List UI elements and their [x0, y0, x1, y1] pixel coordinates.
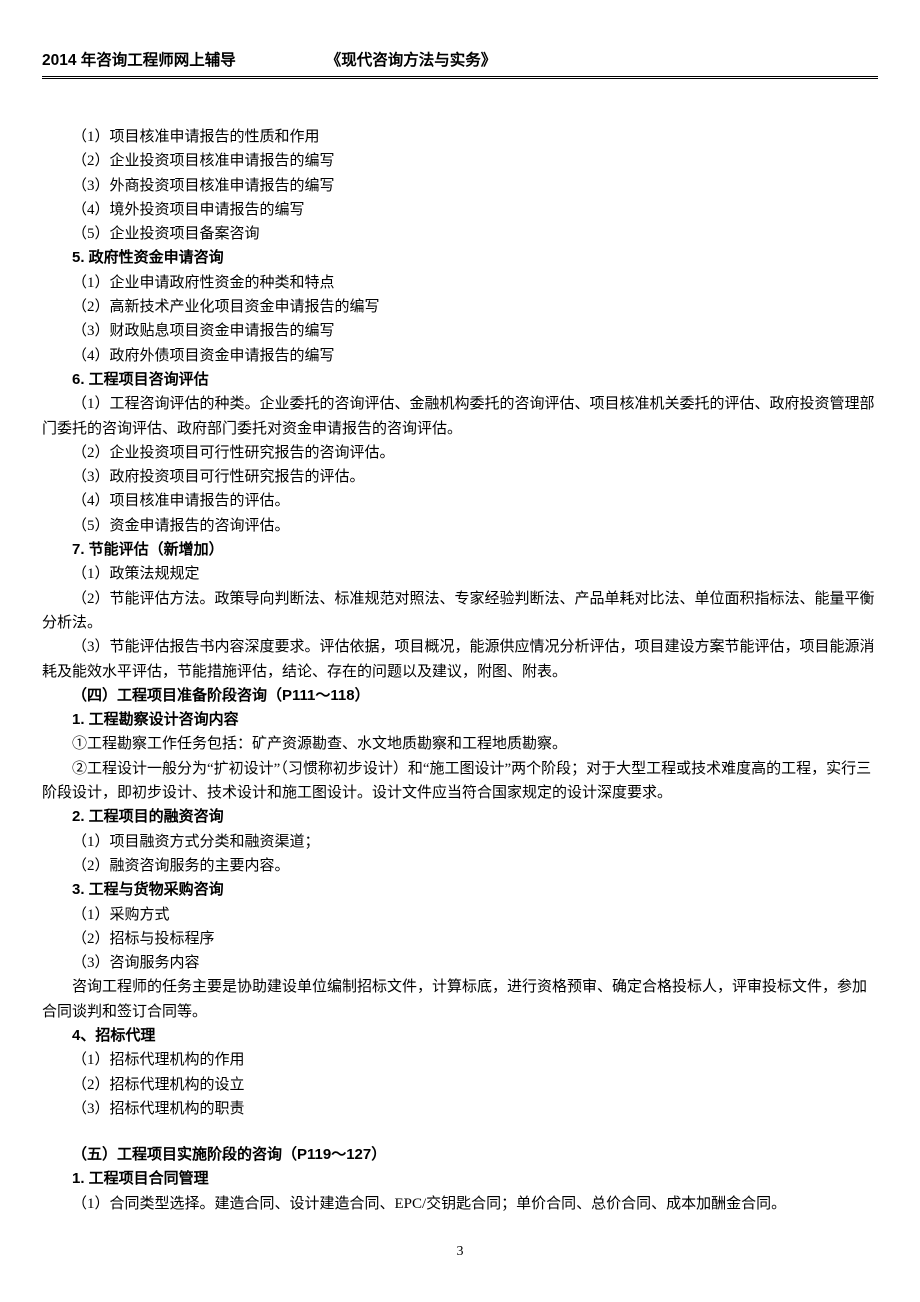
- header-right: 《现代咨询方法与实务》: [326, 48, 497, 70]
- body-line: （5）企业投资项目备案咨询: [42, 222, 878, 246]
- heading-line: 1. 工程勘察设计咨询内容: [42, 708, 878, 732]
- blank-line: [42, 1121, 878, 1143]
- heading-line: 6. 工程项目咨询评估: [42, 368, 878, 392]
- body-line: （2）节能评估方法。政策导向判断法、标准规范对照法、专家经验判断法、产品单耗对比…: [42, 587, 878, 636]
- body-line: （3）节能评估报告书内容深度要求。评估依据，项目概况，能源供应情况分析评估，项目…: [42, 635, 878, 684]
- body-content: （1）项目核准申请报告的性质和作用（2）企业投资项目核准申请报告的编写（3）外商…: [42, 125, 878, 1216]
- body-line: （3）政府投资项目可行性研究报告的评估。: [42, 465, 878, 489]
- body-line: （4）境外投资项目申请报告的编写: [42, 198, 878, 222]
- body-line: （2）企业投资项目核准申请报告的编写: [42, 149, 878, 173]
- body-line: （2）企业投资项目可行性研究报告的咨询评估。: [42, 441, 878, 465]
- body-line: （4）项目核准申请报告的评估。: [42, 489, 878, 513]
- heading-line: （五）工程项目实施阶段的咨询（P119～127）: [42, 1143, 878, 1167]
- body-line: （3）外商投资项目核准申请报告的编写: [42, 174, 878, 198]
- heading-line: 3. 工程与货物采购咨询: [42, 878, 878, 902]
- header-left: 2014 年咨询工程师网上辅导: [42, 48, 236, 70]
- body-line: ①工程勘察工作任务包括：矿产资源勘查、水文地质勘察和工程地质勘察。: [42, 732, 878, 756]
- document-page: 2014 年咨询工程师网上辅导 《现代咨询方法与实务》 （1）项目核准申请报告的…: [0, 0, 920, 1290]
- heading-line: 2. 工程项目的融资咨询: [42, 805, 878, 829]
- page-header: 2014 年咨询工程师网上辅导 《现代咨询方法与实务》: [42, 48, 878, 76]
- header-rule: [42, 76, 878, 79]
- body-line: （2）融资咨询服务的主要内容。: [42, 854, 878, 878]
- body-line: （3）咨询服务内容: [42, 951, 878, 975]
- body-line: （1）项目核准申请报告的性质和作用: [42, 125, 878, 149]
- body-line: （1）工程咨询评估的种类。企业委托的咨询评估、金融机构委托的咨询评估、项目核准机…: [42, 392, 878, 441]
- body-line: （1）企业申请政府性资金的种类和特点: [42, 271, 878, 295]
- body-line: （1）政策法规规定: [42, 562, 878, 586]
- body-line: （5）资金申请报告的咨询评估。: [42, 514, 878, 538]
- body-line: 咨询工程师的任务主要是协助建设单位编制招标文件，计算标底，进行资格预审、确定合格…: [42, 975, 878, 1024]
- page-number: 3: [42, 1244, 878, 1260]
- body-line: （3）招标代理机构的职责: [42, 1097, 878, 1121]
- body-line: （4）政府外债项目资金申请报告的编写: [42, 344, 878, 368]
- body-line: （1）合同类型选择。建造合同、设计建造合同、EPC/交钥匙合同；单价合同、总价合…: [42, 1192, 878, 1216]
- body-line: （2）招标与投标程序: [42, 927, 878, 951]
- body-line: （2）高新技术产业化项目资金申请报告的编写: [42, 295, 878, 319]
- heading-line: （四）工程项目准备阶段咨询（P111～118）: [42, 684, 878, 708]
- body-line: （2）招标代理机构的设立: [42, 1073, 878, 1097]
- heading-line: 7. 节能评估（新增加）: [42, 538, 878, 562]
- heading-line: 1. 工程项目合同管理: [42, 1167, 878, 1191]
- body-line: ②工程设计一般分为“扩初设计”（习惯称初步设计）和“施工图设计”两个阶段；对于大…: [42, 757, 878, 806]
- heading-line: 4、招标代理: [42, 1024, 878, 1048]
- body-line: （1）采购方式: [42, 903, 878, 927]
- heading-line: 5. 政府性资金申请咨询: [42, 246, 878, 270]
- body-line: （1）项目融资方式分类和融资渠道；: [42, 830, 878, 854]
- body-line: （3）财政贴息项目资金申请报告的编写: [42, 319, 878, 343]
- body-line: （1）招标代理机构的作用: [42, 1048, 878, 1072]
